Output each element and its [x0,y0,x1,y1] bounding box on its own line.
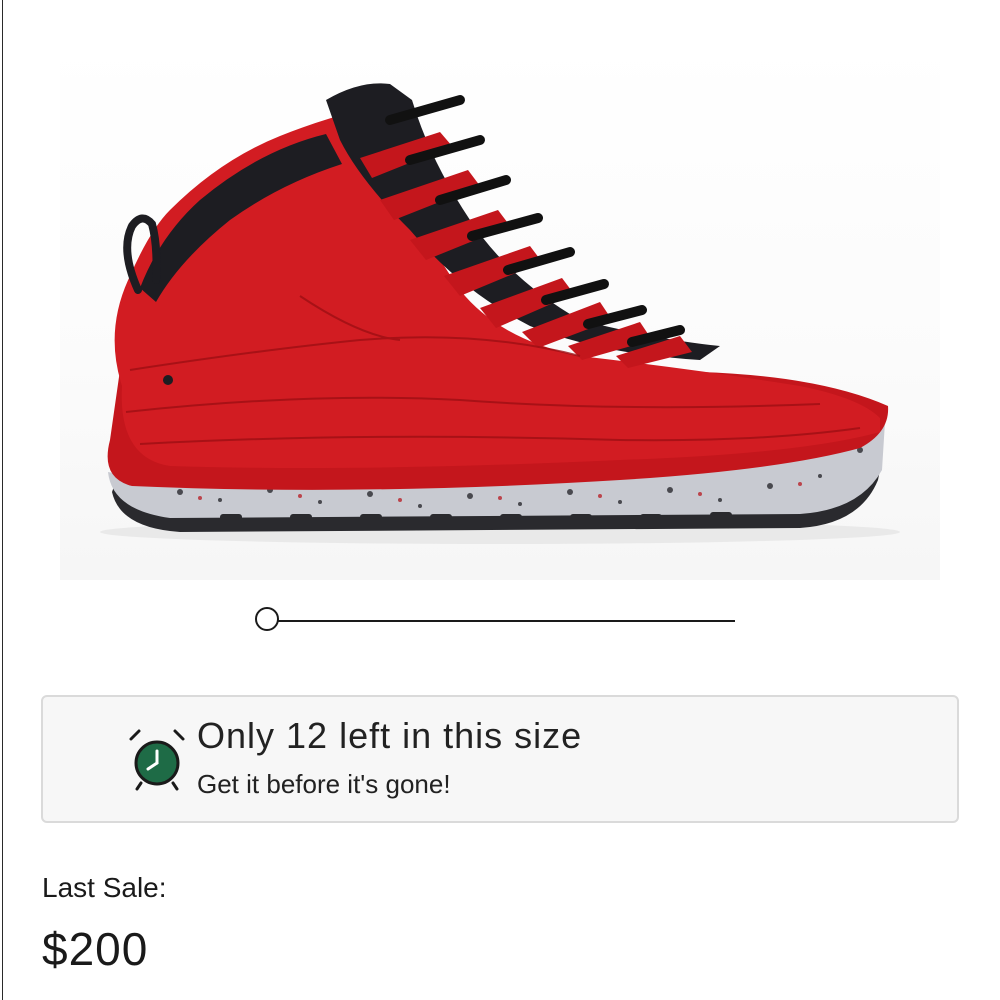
stock-subline: Get it before it's gone! [197,769,451,799]
low-stock-banner: Only 12 left in this size Get it before … [41,695,959,823]
last-sale-price: $200 [42,923,149,975]
stock-headline: Only 12 left in this size [197,715,583,756]
last-sale-label: Last Sale: [42,872,167,903]
left-edge-divider [2,0,3,1000]
carousel-track[interactable] [269,620,735,622]
alarm-clock-icon [125,725,189,793]
sneaker-illustration [100,83,900,544]
image-carousel-indicator[interactable] [255,605,735,635]
product-page: Only 12 left in this size Get it before … [0,0,1000,1000]
carousel-position-dot[interactable] [255,607,279,631]
product-image[interactable] [60,40,940,580]
